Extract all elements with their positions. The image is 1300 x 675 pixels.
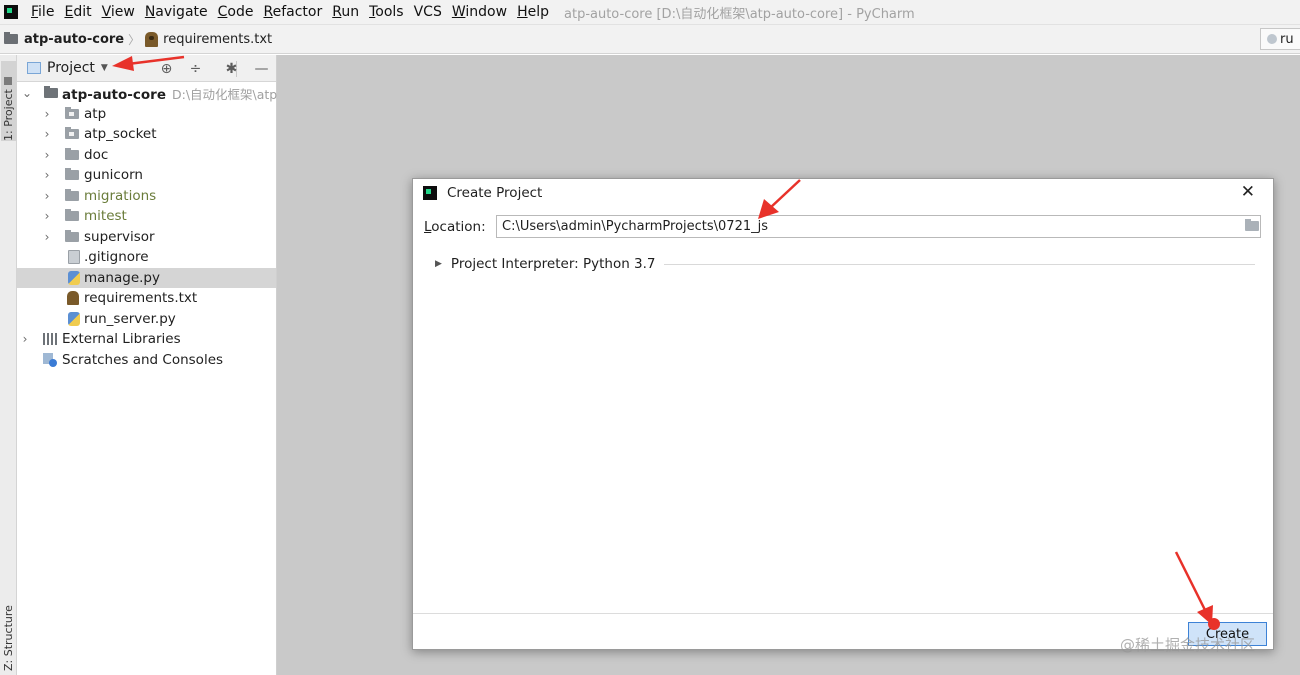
root-path-hint: D:\自动化框架\atp xyxy=(171,86,278,102)
chevron-right-icon[interactable]: › xyxy=(42,168,52,182)
tree-node-mitest[interactable]: › mitest xyxy=(17,206,276,227)
tree-root[interactable]: ⌄ atp-auto-core D:\自动化框架\atp xyxy=(17,83,278,104)
chevron-down-icon[interactable]: ⌄ xyxy=(22,86,32,100)
menu-edit[interactable]: Edit xyxy=(59,4,96,20)
breadcrumb: atp-auto-core 〉 requirements.txt ru xyxy=(0,24,1300,54)
tree-node-doc[interactable]: › doc xyxy=(17,145,276,166)
project-interpreter-label: Project Interpreter: Python 3.7 xyxy=(450,256,656,272)
project-view-selector[interactable]: Project xyxy=(47,60,95,76)
chevron-right-icon[interactable]: › xyxy=(42,127,52,141)
package-folder-icon xyxy=(65,127,79,140)
python-file-icon xyxy=(68,270,80,285)
text-file-icon xyxy=(67,291,79,306)
location-label: Location: xyxy=(424,219,486,235)
tab-project[interactable]: 1: Project xyxy=(1,61,16,141)
scratches-icon xyxy=(43,352,57,367)
tree-node-external-libraries[interactable]: › External Libraries xyxy=(17,329,276,350)
create-project-dialog: Create Project ✕ Location: ▶ Project Int… xyxy=(412,178,1274,650)
menu-refactor[interactable]: Refactor xyxy=(258,4,327,20)
folder-icon xyxy=(4,32,18,44)
tree-node-requirements[interactable]: requirements.txt xyxy=(17,288,276,309)
location-input[interactable] xyxy=(496,215,1261,238)
menu-tools[interactable]: Tools xyxy=(364,4,409,20)
folder-icon xyxy=(65,168,79,181)
chevron-right-icon[interactable]: › xyxy=(42,148,52,162)
window-title: atp-auto-core [D:\自动化框架\atp-auto-core] -… xyxy=(564,6,915,22)
menu-vcs[interactable]: VCS xyxy=(409,4,447,20)
project-panel-header: Project ▼ ⊕ ÷ ✱ — xyxy=(17,55,276,82)
dialog-title: Create Project xyxy=(447,185,543,201)
folder-icon xyxy=(65,209,79,222)
menu-bar: File Edit View Navigate Code Refactor Ru… xyxy=(0,0,1300,24)
breadcrumb-file[interactable]: requirements.txt xyxy=(145,31,272,47)
chevron-right-icon[interactable]: › xyxy=(42,230,52,244)
folder-icon xyxy=(44,86,58,99)
menu-window[interactable]: Window xyxy=(447,4,512,20)
text-file-icon xyxy=(145,31,159,47)
tree-node-gitignore[interactable]: .gitignore xyxy=(17,247,276,268)
menu-code[interactable]: Code xyxy=(213,4,259,20)
expand-triangle-icon[interactable]: ▶ xyxy=(435,259,442,269)
chevron-down-icon[interactable]: ▼ xyxy=(101,63,108,73)
locate-icon[interactable]: ⊕ xyxy=(158,60,175,77)
menu-file[interactable]: File xyxy=(26,4,59,20)
folder-icon xyxy=(65,188,79,201)
hide-panel-icon[interactable]: — xyxy=(253,60,270,77)
chevron-right-icon[interactable]: › xyxy=(42,189,52,203)
pycharm-logo-icon xyxy=(423,186,437,200)
tree-node-migrations[interactable]: › migrations xyxy=(17,186,276,207)
tab-structure[interactable]: Z: Structure xyxy=(1,605,16,671)
chevron-right-icon[interactable]: › xyxy=(20,332,30,346)
dialog-title-bar: Create Project ✕ xyxy=(413,179,1273,207)
tool-window-strip: 1: Project Z: Structure xyxy=(0,55,17,675)
menu-run[interactable]: Run xyxy=(327,4,364,20)
folder-icon xyxy=(65,147,79,160)
library-icon xyxy=(43,333,59,346)
run-configuration-button[interactable]: ru xyxy=(1260,28,1300,50)
section-divider xyxy=(663,263,1255,265)
tree-node-run-server[interactable]: run_server.py xyxy=(17,309,276,330)
python-file-icon xyxy=(68,311,80,326)
package-folder-icon xyxy=(65,106,79,119)
chevron-right-icon[interactable]: › xyxy=(42,107,52,121)
menu-view[interactable]: View xyxy=(97,4,140,20)
pycharm-logo-icon xyxy=(4,5,18,19)
breadcrumb-root[interactable]: atp-auto-core xyxy=(4,32,124,47)
folder-icon xyxy=(65,229,79,242)
run-config-icon xyxy=(1267,34,1277,44)
dialog-footer-divider xyxy=(413,613,1273,614)
close-icon[interactable]: ✕ xyxy=(1241,182,1255,202)
watermark: @稀土掘金技术社区 xyxy=(1120,636,1256,654)
project-view-icon xyxy=(27,62,41,74)
tree-node-gunicorn[interactable]: › gunicorn xyxy=(17,165,276,186)
tree-node-supervisor[interactable]: › supervisor xyxy=(17,227,276,248)
chevron-right-icon[interactable]: › xyxy=(42,209,52,223)
tree-node-manage-py[interactable]: manage.py xyxy=(17,267,276,288)
collapse-all-icon[interactable]: ÷ xyxy=(187,60,204,77)
tree-node-atp-socket[interactable]: › atp_socket xyxy=(17,124,276,145)
project-panel: Project ▼ ⊕ ÷ ✱ — ⌄ atp-auto-core D:\自动化框… xyxy=(17,55,277,675)
project-tab-icon xyxy=(4,77,13,86)
breadcrumb-separator-icon: 〉 xyxy=(128,32,141,47)
menu-navigate[interactable]: Navigate xyxy=(140,4,213,20)
browse-folder-icon[interactable] xyxy=(1245,219,1259,231)
project-interpreter-section[interactable]: ▶ Project Interpreter: Python 3.7 xyxy=(435,255,1255,273)
menu-help[interactable]: Help xyxy=(512,4,554,20)
root-name: atp-auto-core xyxy=(62,86,166,103)
gitignore-file-icon xyxy=(68,250,80,265)
tree-node-scratches[interactable]: Scratches and Consoles xyxy=(17,350,276,371)
tree-node-atp[interactable]: › atp xyxy=(17,104,276,125)
gear-icon[interactable]: ✱ xyxy=(223,60,240,77)
location-row: Location: xyxy=(413,215,1273,239)
project-tree: ⌄ atp-auto-core D:\自动化框架\atp › atp › atp_… xyxy=(17,83,278,371)
